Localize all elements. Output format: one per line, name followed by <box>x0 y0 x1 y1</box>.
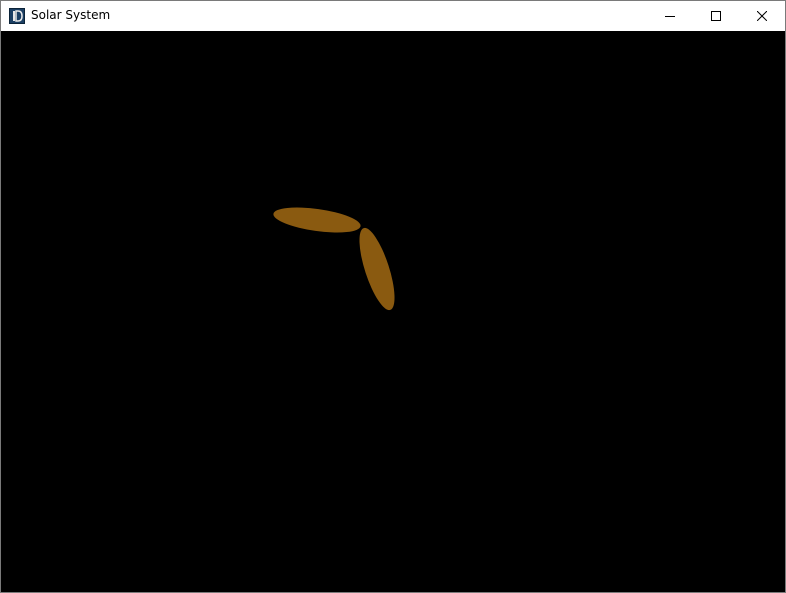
minimize-icon <box>665 11 675 21</box>
window-title: Solar System <box>31 8 111 22</box>
space-background <box>1 31 785 592</box>
render-viewport[interactable] <box>1 31 785 592</box>
maximize-icon <box>711 11 721 21</box>
app-window: Solar System <box>0 0 786 593</box>
title-bar[interactable]: Solar System <box>1 1 785 31</box>
app-logo-icon <box>9 8 25 24</box>
maximize-button[interactable] <box>693 1 739 31</box>
minimize-button[interactable] <box>647 1 693 31</box>
close-button[interactable] <box>739 1 785 31</box>
close-icon <box>757 11 767 21</box>
